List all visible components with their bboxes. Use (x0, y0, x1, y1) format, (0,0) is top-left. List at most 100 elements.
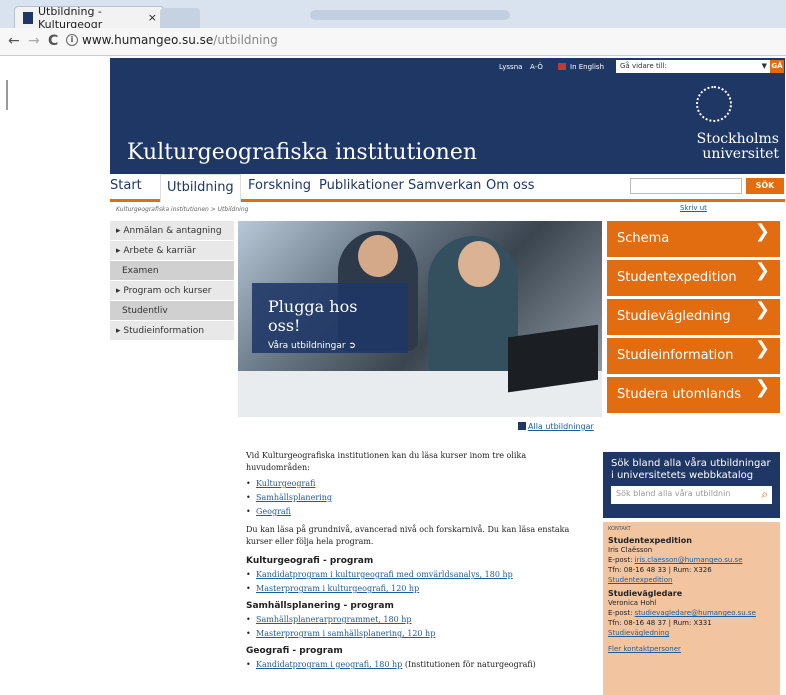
contact-phone: Tfn: 08-16 48 33 | Rum: X326 (608, 566, 712, 574)
program-link[interactable]: Masterprogram i samhällsplanering, 120 h… (256, 629, 435, 638)
program-link[interactable]: Masterprogram i kulturgeografi, 120 hp (256, 584, 419, 593)
sidebar-item-studieinformation[interactable]: ▸ Studieinformation (110, 321, 234, 341)
list-item: Masterprogram i samhällsplanering, 120 h… (246, 629, 592, 638)
sidebar-item-anmalan[interactable]: ▸ Anmälan & antagning (110, 221, 234, 241)
program-link[interactable]: Kandidatprogram i kulturgeografi med omv… (256, 570, 513, 579)
site-search-button[interactable]: SÖK (746, 178, 784, 194)
site-search-input[interactable] (630, 178, 742, 194)
hero-link[interactable]: Våra utbildningar ➲ (268, 341, 392, 351)
quick-links: Schema ❯ Studentexpedition ❯ Studievägledn… (607, 221, 780, 416)
area-link[interactable]: Kulturgeografi (256, 479, 315, 488)
side-nav: ▸ Anmälan & antagning ▸ Arbete & karriär… (110, 221, 234, 341)
schema-button[interactable]: Schema ❯ (607, 221, 780, 257)
sidebar-item-studentliv[interactable]: Studentliv (110, 301, 234, 321)
sidebar-item-arbete[interactable]: ▸ Arbete & karriär (110, 241, 234, 261)
contact-page-link[interactable]: Studievägledning (608, 629, 669, 637)
button-label: Studera utomlands (617, 387, 742, 402)
chevron-right-icon: ❯ (754, 260, 770, 281)
section-heading: Kulturgeografi - program (246, 556, 374, 566)
english-link[interactable]: In English (570, 63, 604, 71)
url-path: /utbildning (213, 33, 278, 47)
nav-publikationer[interactable]: Publikationer (319, 178, 404, 193)
list-icon (518, 422, 526, 430)
back-icon[interactable]: ← (8, 33, 20, 49)
area-link[interactable]: Samhällsplanering (256, 493, 332, 502)
nav-om-oss[interactable]: Om oss (486, 178, 535, 193)
studieinformation-button[interactable]: Studieinformation ❯ (607, 338, 780, 374)
hero-callout[interactable]: Plugga hos oss! Våra utbildningar ➲ (252, 283, 408, 353)
university-name-line2: universitet (702, 146, 779, 162)
list-item: Kandidatprogram i kulturgeografi med omv… (246, 570, 592, 579)
person-face (358, 235, 398, 277)
email-link[interactable]: iris.claesson@humangeo.su.se (635, 556, 743, 564)
more-contacts-link[interactable]: Fler kontaktpersoner (608, 645, 681, 653)
nav-utbildning[interactable]: Utbildning (160, 174, 241, 202)
studentexpedition-button[interactable]: Studentexpedition ❯ (607, 260, 780, 296)
url-host: www.humangeo.su.se (82, 33, 214, 47)
contact-name: Iris Claësson (608, 546, 653, 554)
page: Lyssna A-Ö In English Gå vidare till: ▼ … (110, 58, 785, 695)
nav-forskning[interactable]: Forskning (248, 178, 311, 193)
program-list: Samhällsplanerarprogrammet, 180 hp Maste… (246, 615, 592, 638)
levels-text: Du kan läsa på grundnivå, avancerad nivå… (246, 525, 570, 546)
contact-name: Veronica Hohl (608, 599, 657, 607)
nav-start[interactable]: Start (110, 178, 142, 193)
browser-tab-strip: Utbildning - Kulturgeogr × (0, 0, 786, 31)
blurred-tab (310, 10, 510, 20)
contact-heading: Studievägledare (608, 589, 683, 598)
sidebar-item-examen[interactable]: Examen (110, 261, 234, 281)
list-item: Kandidatprogram i geografi, 180 hp (Inst… (246, 660, 592, 669)
catalog-search-box: Sök bland alla våra utbildningar i unive… (603, 452, 780, 518)
forward-icon[interactable]: → (28, 33, 40, 49)
email-label: E-post: (608, 609, 635, 617)
program-list: Kandidatprogram i kulturgeografi med omv… (246, 570, 592, 593)
area-link[interactable]: Geografi (256, 507, 291, 516)
button-label: Studieinformation (617, 348, 734, 363)
contact-email-row: E-post: studievagledare@humangeo.su.se (608, 608, 775, 618)
program-link[interactable]: Kandidatprogram i geografi, 180 hp (256, 660, 402, 669)
contact-label: KONTAKT (608, 526, 631, 532)
email-link[interactable]: studievagledare@humangeo.su.se (635, 609, 756, 617)
program-note: (Institutionen för naturgeografi) (402, 660, 536, 669)
program-link[interactable]: Samhällsplanerarprogrammet, 180 hp (256, 615, 412, 624)
close-icon[interactable]: × (148, 11, 157, 24)
site-title[interactable]: Kulturgeografiska institutionen (127, 140, 477, 165)
contact-page-link[interactable]: Studentexpedition (608, 576, 672, 584)
studera-utomlands-button[interactable]: Studera utomlands ❯ (607, 377, 780, 413)
university-logo[interactable]: Stockholms universitet (687, 132, 779, 162)
window-edge (6, 80, 8, 110)
tab-title: Utbildning - Kulturgeogr (38, 4, 103, 31)
chevron-right-icon: ❯ (754, 299, 770, 320)
contact-email-row: E-post: iris.claesson@humangeo.su.se (608, 555, 775, 565)
list-item: Samhällsplanering (246, 493, 592, 502)
goto-select[interactable]: Gå vidare till: ▼ (616, 60, 770, 73)
url-field[interactable]: www.humangeo.su.se/utbildning (82, 33, 278, 47)
nav-samverkan[interactable]: Samverkan (408, 178, 481, 193)
listen-link[interactable]: Lyssna (499, 63, 522, 71)
a-o-link[interactable]: A-Ö (530, 63, 543, 71)
catalog-search-input[interactable]: Sök bland alla våra utbildnin ⌕ (611, 486, 772, 504)
button-label: Studievägledning (617, 309, 731, 324)
contact-phone: Tfn: 08-16 48 37 | Rum: X331 (608, 619, 712, 627)
reload-icon[interactable]: C (48, 33, 58, 49)
button-label: Studentexpedition (617, 270, 737, 285)
main-nav: Start Utbildning Forskning Publikationer… (110, 174, 785, 202)
section-heading: Geografi - program (246, 646, 343, 656)
new-tab-button[interactable] (160, 8, 200, 28)
go-button[interactable]: GÅ (770, 60, 784, 73)
university-name-line1: Stockholms (696, 131, 779, 147)
all-programs-link[interactable]: Alla utbildningar (528, 422, 594, 431)
print-link[interactable]: Skriv ut (680, 204, 707, 212)
browser-tab[interactable]: Utbildning - Kulturgeogr × (14, 4, 164, 31)
list-item: Samhällsplanerarprogrammet, 180 hp (246, 615, 592, 624)
contact-box: KONTAKT Studentexpedition Iris Claësson … (603, 522, 780, 695)
breadcrumb[interactable]: Kulturgeografiska institutionen > Utbild… (116, 206, 248, 213)
search-icon[interactable]: ⌕ (761, 487, 768, 502)
address-bar: ← → C i www.humangeo.su.se/utbildning (0, 28, 786, 56)
sidebar-item-program[interactable]: ▸ Program och kurser (110, 281, 234, 301)
list-item: Geografi (246, 507, 592, 516)
email-label: E-post: (608, 556, 635, 564)
info-icon[interactable]: i (66, 34, 78, 46)
studievagledning-button[interactable]: Studievägledning ❯ (607, 299, 780, 335)
list-item: Kulturgeografi (246, 479, 592, 488)
